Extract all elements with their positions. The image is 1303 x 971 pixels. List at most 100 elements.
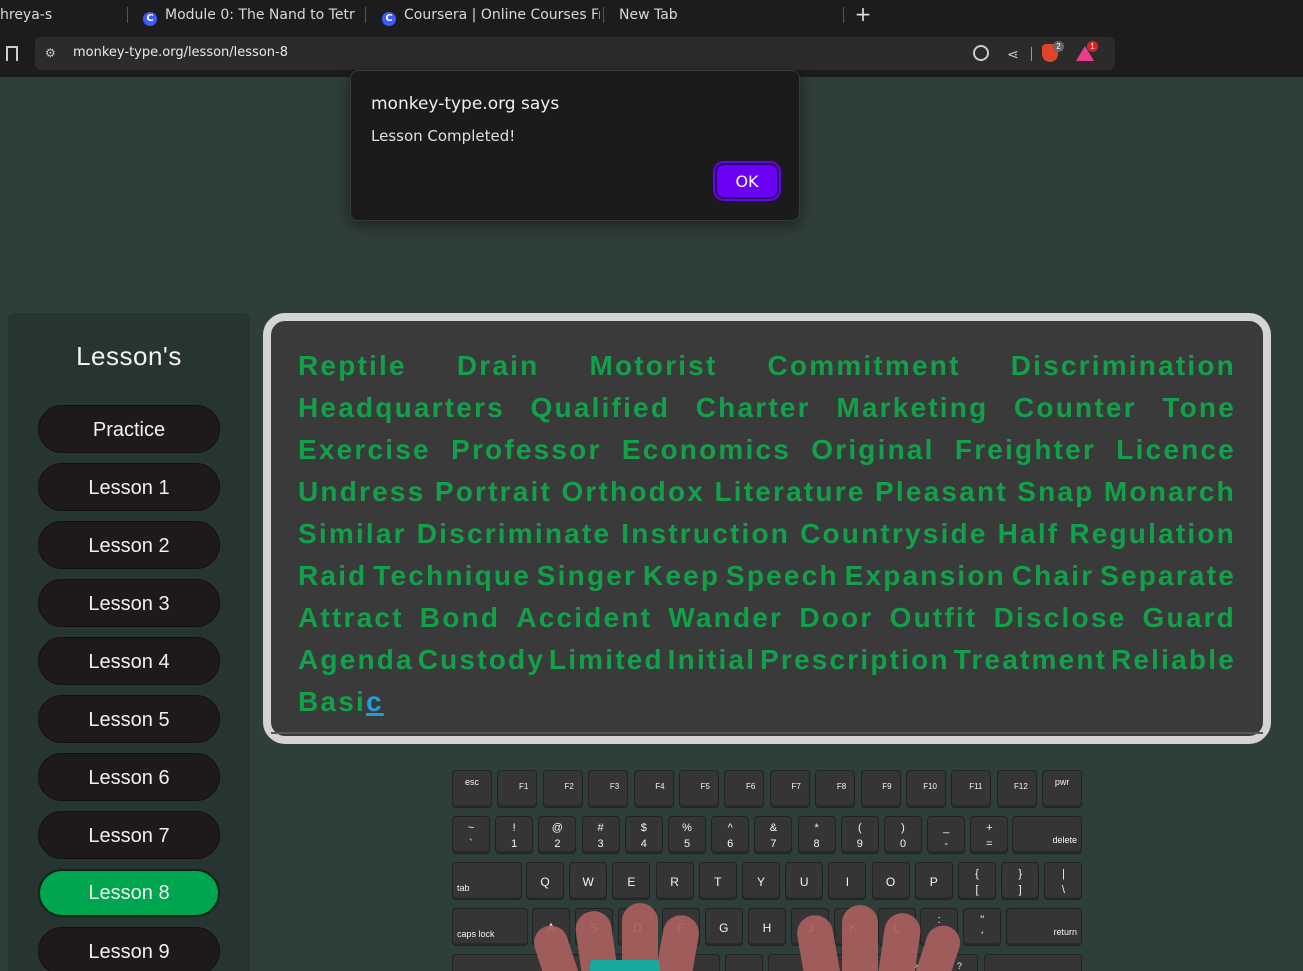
key-label: F4 xyxy=(655,782,665,791)
ok-button[interactable]: OK xyxy=(715,163,779,199)
sidebar-item-lesson-9[interactable]: Lesson 9 xyxy=(38,927,220,971)
typing-area[interactable]: Reptile Drain Motorist Commitment Discrimina… xyxy=(263,313,1271,744)
coursera-favicon-icon: C xyxy=(382,12,396,26)
sidebar-item-lesson-7[interactable]: Lesson 7 xyxy=(38,811,220,859)
key-e[interactable]: E xyxy=(612,862,651,900)
key-delete[interactable]: delete xyxy=(1012,816,1082,854)
key-f12[interactable]: F12 xyxy=(996,770,1037,808)
key-f10[interactable]: F10 xyxy=(906,770,946,808)
key-r[interactable]: R xyxy=(655,862,694,900)
key-symbol[interactable]: {[ xyxy=(958,862,996,900)
key-q[interactable]: Q xyxy=(526,862,564,900)
key-label: 3 xyxy=(597,838,604,850)
key-f6[interactable]: F6 xyxy=(724,770,765,808)
rewards-count-badge: 1 xyxy=(1087,41,1098,52)
sidebar-item-lesson-1[interactable]: Lesson 1 xyxy=(38,463,220,511)
word: Regulation xyxy=(1069,518,1236,549)
key-0[interactable]: ) 0 xyxy=(884,816,922,854)
key-w[interactable]: W xyxy=(569,862,608,900)
word: Countryside xyxy=(800,518,988,549)
key-f2[interactable]: F2 xyxy=(542,770,583,808)
key--[interactable]: _ - xyxy=(927,816,966,854)
key-y[interactable]: Y xyxy=(742,862,780,900)
key-f1[interactable]: F1 xyxy=(497,770,538,808)
key-1[interactable]: ! 1 xyxy=(495,816,534,854)
key-symbol[interactable]: }] xyxy=(1001,862,1040,900)
key-6[interactable]: ^ 6 xyxy=(711,816,750,854)
key-3[interactable]: #3 xyxy=(581,816,620,854)
tab-separator xyxy=(127,7,128,23)
key-label: 9 xyxy=(856,838,863,850)
word: Charter xyxy=(695,392,811,423)
word: Drain xyxy=(456,350,540,381)
key-p[interactable]: P xyxy=(914,862,953,900)
word: Qualified xyxy=(530,392,671,423)
key-caps-lock[interactable]: caps lock xyxy=(452,908,528,946)
key-label: 5 xyxy=(683,838,691,850)
key-o[interactable]: O xyxy=(871,862,910,900)
key-9[interactable]: (9 xyxy=(840,816,879,854)
word: Freighter xyxy=(954,434,1097,465)
sidebar-item-lesson-4[interactable]: Lesson 4 xyxy=(38,637,220,685)
tab-coursera[interactable]: C Coursera | Online Courses Fr xyxy=(382,0,600,30)
key-7[interactable]: & 7 xyxy=(754,816,793,854)
key-label: 1 xyxy=(511,838,518,850)
sidebar-item-lesson-6[interactable]: Lesson 6 xyxy=(38,753,220,801)
sidebar-title: Lesson's xyxy=(76,341,182,371)
alert-title: monkey-type.org says xyxy=(371,94,560,114)
key-label: F12 xyxy=(1014,782,1028,791)
key-f3[interactable]: F3 xyxy=(588,770,629,808)
key-f4[interactable]: F4 xyxy=(633,770,674,808)
text-line: Raid Technique Singer Keep Speech Expansion Ch… xyxy=(298,555,1236,597)
sidebar-item-practice[interactable]: Practice xyxy=(38,405,220,453)
tab-nand-to-tetris[interactable]: C Module 0: The Nand to Tetri xyxy=(143,0,355,30)
word: Motorist xyxy=(589,350,718,381)
key-5[interactable]: % 5 xyxy=(668,816,706,854)
key-4[interactable]: $4 xyxy=(624,816,663,854)
key-u[interactable]: U xyxy=(785,862,824,900)
word: Attract xyxy=(298,602,404,633)
word: Economics xyxy=(621,434,792,465)
key-f5[interactable]: F5 xyxy=(679,770,719,808)
word: Custody xyxy=(417,644,546,675)
share-icon[interactable]: ⋖ xyxy=(1007,46,1023,62)
key-f11[interactable]: F11 xyxy=(951,770,992,808)
key-i[interactable]: I xyxy=(828,862,867,900)
new-tab-button[interactable]: + xyxy=(854,0,872,30)
sidebar-item-lesson-2[interactable]: Lesson 2 xyxy=(38,521,220,569)
url-text[interactable]: monkey-type.org/lesson/lesson-8 xyxy=(73,45,288,60)
key-label: return xyxy=(1053,927,1077,937)
key-symbol[interactable]: | \ xyxy=(1044,862,1083,900)
tab-hreya[interactable]: hreya-s xyxy=(0,0,120,30)
key-f7[interactable]: F7 xyxy=(769,770,810,808)
zoom-icon[interactable] xyxy=(973,45,989,61)
key-label: E xyxy=(627,875,636,889)
key-label: P xyxy=(929,875,938,889)
key-8[interactable]: * 8 xyxy=(797,816,836,854)
key-2[interactable]: @2 xyxy=(538,816,577,854)
key-esc[interactable]: esc xyxy=(452,770,492,808)
key-return[interactable]: return xyxy=(1006,908,1082,946)
key-label: F6 xyxy=(746,782,756,791)
key-label: pwr xyxy=(1054,777,1070,787)
tab-new-tab[interactable]: New Tab xyxy=(619,0,819,30)
key-f8[interactable]: F8 xyxy=(815,770,856,808)
site-settings-icon[interactable]: ⚙ xyxy=(45,46,59,60)
sidebar-item-lesson-5[interactable]: Lesson 5 xyxy=(38,695,220,743)
key-tab[interactable]: tab xyxy=(452,862,522,900)
word: Initial xyxy=(667,644,757,675)
key-f9[interactable]: F9 xyxy=(860,770,901,808)
sidebar-item-lesson-8[interactable]: Lesson 8 xyxy=(38,869,220,917)
key-`[interactable]: ~ ` xyxy=(452,816,490,854)
bookmark-icon[interactable] xyxy=(6,46,18,61)
address-bar[interactable]: ⚙ monkey-type.org/lesson/lesson-8 ⋖ 2 1 xyxy=(35,37,1115,70)
key-label: ) xyxy=(901,822,905,834)
tab-title: New Tab xyxy=(619,7,678,23)
key-shift-right[interactable] xyxy=(984,954,1082,971)
key-pwr[interactable]: pwr xyxy=(1042,770,1083,808)
key-label: ~ xyxy=(467,822,475,834)
word: Outfit xyxy=(889,602,978,633)
key-t[interactable]: T xyxy=(698,862,737,900)
sidebar-item-lesson-3[interactable]: Lesson 3 xyxy=(38,579,220,627)
key-=[interactable]: + = xyxy=(970,816,1009,854)
